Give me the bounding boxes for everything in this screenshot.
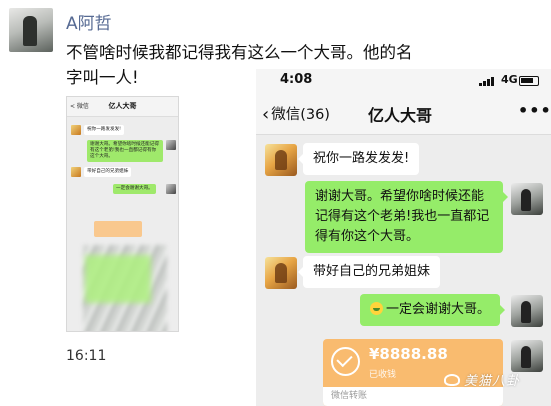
chat-navbar: ‹ 微信(36) 亿人大哥 ••• [256, 93, 551, 135]
chevron-left-icon: ‹ [262, 104, 270, 125]
self-avatar[interactable] [511, 340, 543, 372]
thumbnail-bubble: 带好自己的兄弟姐妹 [84, 167, 132, 177]
contact-avatar[interactable] [265, 144, 297, 176]
contact-avatar[interactable] [265, 257, 297, 289]
back-button[interactable]: ‹ 微信(36) [262, 103, 330, 124]
thumbnail-avatar-right [166, 140, 176, 150]
status-bar: 4:08 4G [256, 69, 551, 93]
thumbnail-image[interactable]: < 微信 亿人大哥 祝你一路发发发! 谢谢大哥。希望你啥时候还能记得有这个老弟!… [66, 96, 179, 332]
transfer-footer: 微信转账 [323, 387, 503, 406]
author-avatar[interactable] [9, 8, 53, 52]
thumbnail-avatar-right [166, 184, 176, 194]
post-time: 16:11 [66, 348, 107, 364]
status-time: 4:08 [280, 72, 313, 87]
transfer-amount: ¥8888.88 [369, 345, 448, 363]
thumbnail-transfer-card [94, 221, 142, 237]
watermark-text: 美猫八卦 [464, 374, 521, 389]
self-avatar[interactable] [511, 183, 543, 215]
message-text: 一定会谢谢大哥。 [386, 302, 491, 317]
chat-title: 亿人大哥 [368, 106, 433, 125]
thumbnail-avatar-left [71, 125, 81, 135]
thumbnail-avatar-left [71, 167, 81, 177]
thumbnail-bubble: 谢谢大哥。希望你啥时候还能记得有这个老弟!我也一直都记得有你这个大哥。 [87, 140, 163, 162]
avatar-calligraphy [35, 14, 49, 28]
signal-icon [479, 77, 495, 86]
network-label: 4G [501, 73, 518, 86]
thumbnail-header: < 微信 亿人大哥 [67, 97, 178, 117]
message-bubble[interactable]: 一定会谢谢大哥。 [360, 294, 506, 326]
self-avatar[interactable] [511, 295, 543, 327]
battery-icon [519, 76, 539, 86]
thumbnail-bubble: 一定会谢谢大哥。 [113, 184, 156, 194]
thumbnail-title: 亿人大哥 [108, 102, 137, 110]
message-bubble[interactable]: 谢谢大哥。希望你啥时候还能记得有这个老弟!我也一直都记得有你这个大哥。 [305, 181, 508, 253]
chat-screenshot[interactable]: 4:08 4G ‹ 微信(36) 亿人大哥 ••• 祝你一路发发发! 谢谢大哥。希… [256, 69, 551, 406]
thumbnail-blurred-area [85, 255, 151, 303]
emoji-icon [370, 302, 383, 315]
message-bubble[interactable]: 祝你一路发发发! [297, 143, 420, 175]
back-label: 微信(36) [271, 107, 330, 123]
author-name[interactable]: A阿哲 [66, 9, 112, 34]
watermark: 美猫八卦 [444, 370, 520, 389]
cat-logo-icon [444, 374, 460, 386]
message-bubble[interactable]: 带好自己的兄弟姐妹 [297, 256, 441, 288]
transfer-status: 已收钱 [369, 370, 397, 380]
more-icon[interactable]: ••• [518, 101, 551, 120]
thumbnail-bubble: 祝你一路发发发! [84, 125, 124, 135]
